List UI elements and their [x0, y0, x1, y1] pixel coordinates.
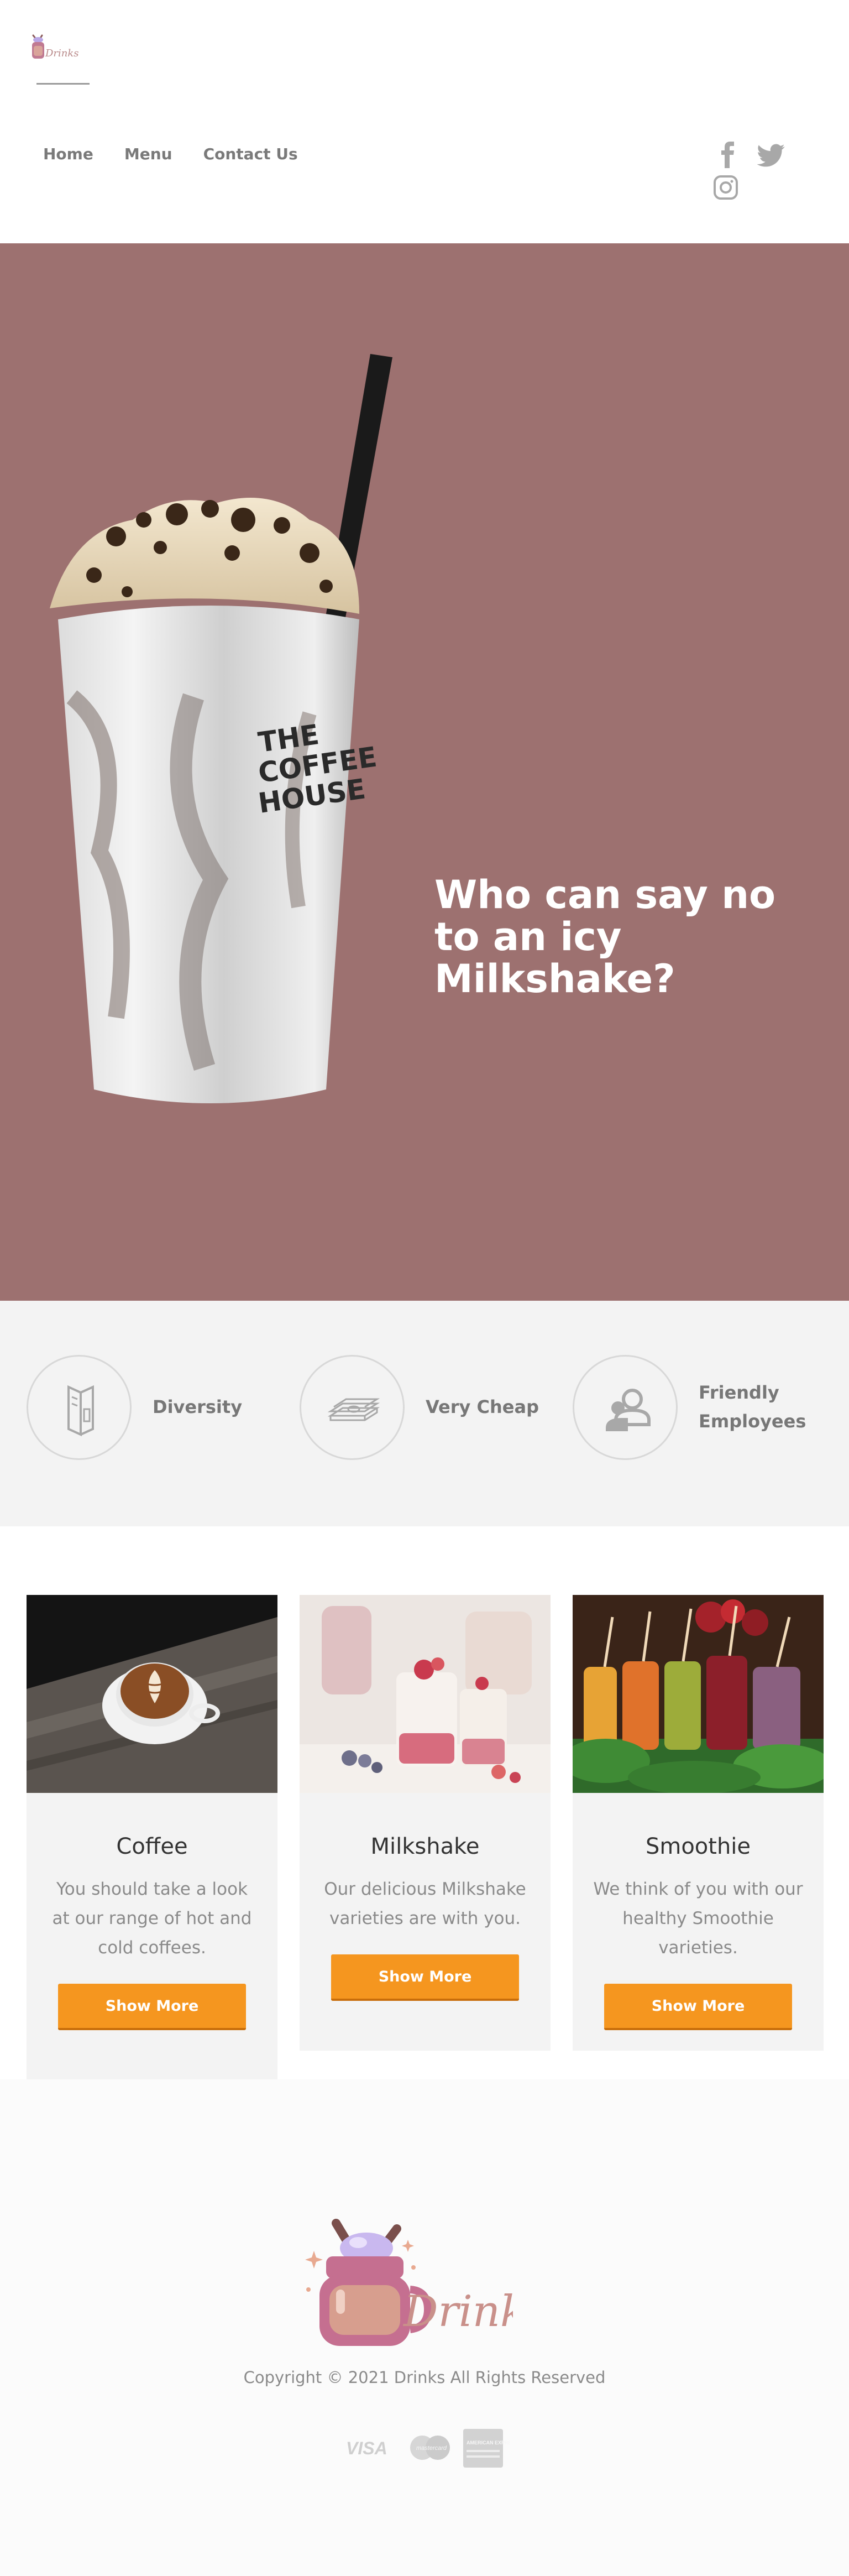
nav-contact-us[interactable]: Contact Us: [203, 145, 298, 163]
svg-text:AMERICAN EXPRESS: AMERICAN EXPRESS: [467, 2440, 510, 2445]
site-header: Drinks Home Menu Contact Us: [0, 0, 849, 243]
facebook-icon[interactable]: [720, 142, 736, 168]
card-milkshake: Milkshake Our delicious Milkshake variet…: [300, 1595, 551, 2051]
smoothie-image: [573, 1595, 824, 1793]
money-stack-icon: [327, 1398, 380, 1421]
instagram-icon[interactable]: [713, 175, 738, 200]
card-text: We think of you with our healthy Smoothi…: [593, 1879, 803, 1958]
amex-icon: AMERICAN EXPRESS: [463, 2429, 518, 2468]
feature-circle: [300, 1355, 405, 1460]
card-coffee: Coffee You should take a look at our ran…: [27, 1595, 277, 2079]
milkshake-image: THE COFFEE HOUSE: [50, 354, 392, 1103]
feature-label: Diversity: [153, 1396, 243, 1417]
card-smoothie: Smoothie We think of you with our health…: [573, 1595, 824, 2051]
card-title: Coffee: [116, 1834, 188, 1859]
payment-methods: VISA mastercard AMERICAN EXPRESS: [344, 2426, 518, 2470]
feature-circle: [27, 1355, 132, 1460]
main-nav: Home Menu Contact Us: [43, 145, 329, 163]
logo-underline: [36, 83, 90, 85]
social-links: [713, 142, 801, 202]
drinks-logo[interactable]: Drinks: [25, 28, 86, 66]
visa-icon: VISA: [346, 2438, 387, 2458]
card-text: Our delicious Milkshake varieties are wi…: [324, 1879, 526, 1928]
feature-friendly-employees: Friendly Employees: [573, 1355, 832, 1460]
employees-icon: [606, 1389, 651, 1431]
site-footer: Drinks Copyright © 2021 Drinks All Right…: [0, 2079, 849, 2576]
products-section: Coffee You should take a look at our ran…: [0, 1526, 849, 2079]
svg-text:Drinks: Drinks: [45, 48, 79, 59]
feature-circle: [573, 1355, 678, 1460]
coffee-image: [27, 1595, 277, 1793]
svg-text:Drinks: Drinks: [402, 2287, 513, 2337]
feature-diversity: Diversity: [27, 1355, 259, 1460]
feature-very-cheap: Very Cheap: [300, 1355, 554, 1460]
card-title: Smoothie: [645, 1834, 751, 1859]
copyright-text: Copyright © 2021 Drinks All Rights Reser…: [243, 2368, 606, 2387]
feature-label: Friendly Employees: [699, 1382, 806, 1432]
hero-section: THE COFFEE HOUSE Who can say no to an ic…: [0, 243, 849, 1301]
milkshake-show-more-button[interactable]: Show More: [331, 1954, 519, 2001]
nav-home[interactable]: Home: [43, 145, 93, 163]
smoothie-show-more-button[interactable]: Show More: [604, 1984, 792, 2030]
twitter-icon[interactable]: [757, 144, 785, 167]
footer-drinks-logo: Drinks: [305, 2219, 513, 2346]
feature-label: Very Cheap: [426, 1396, 539, 1417]
svg-text:mastercard: mastercard: [416, 2445, 447, 2452]
hero-title: Who can say no to an icy Milkshake?: [434, 872, 776, 1002]
card-text: You should take a look at our range of h…: [52, 1879, 252, 1958]
milkshake-card-image: [300, 1595, 551, 1793]
features-section: Diversity Very Cheap Friendly Employees: [0, 1301, 849, 1526]
mastercard-icon: mastercard: [410, 2436, 450, 2460]
card-title: Milkshake: [370, 1834, 480, 1859]
coffee-show-more-button[interactable]: Show More: [58, 1984, 246, 2030]
menu-book-icon: [67, 1385, 94, 1437]
nav-menu[interactable]: Menu: [124, 145, 172, 163]
